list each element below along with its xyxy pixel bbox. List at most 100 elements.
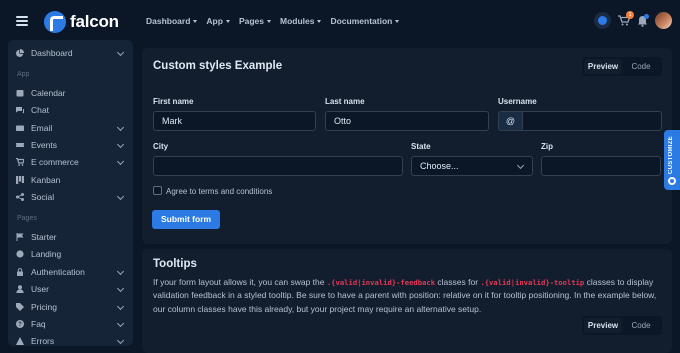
hamburger-menu-icon[interactable] xyxy=(16,16,28,26)
sidebar-section-app: App xyxy=(17,71,30,78)
kanban-icon xyxy=(16,176,24,184)
sidebar-item-events[interactable]: Events xyxy=(16,137,125,153)
tab-preview[interactable]: Preview xyxy=(584,59,622,74)
sidebar-item-landing[interactable]: Landing xyxy=(16,246,125,262)
sidebar-item-authentication[interactable]: Authentication xyxy=(16,264,125,280)
first-name-label: First name xyxy=(153,97,194,106)
username-field[interactable] xyxy=(522,111,662,131)
lock-icon xyxy=(16,268,24,276)
card-title: Tooltips xyxy=(153,258,197,270)
sidebar-item-chat[interactable]: Chat xyxy=(16,102,125,118)
chevron-down-icon xyxy=(116,48,125,57)
last-name-field[interactable]: Otto xyxy=(325,111,489,131)
state-select[interactable]: Choose... xyxy=(411,156,533,176)
chevron-down-icon xyxy=(116,192,125,201)
tab-code[interactable]: Code xyxy=(622,318,660,333)
sidebar-item-ecommerce[interactable]: E commerce xyxy=(16,154,125,170)
chevron-down-icon xyxy=(116,157,125,166)
sidebar-item-starter[interactable]: Starter xyxy=(16,229,125,245)
sidebar-item-label: Authentication xyxy=(31,267,85,277)
tooltips-card: Tooltips If your form layout allows it, … xyxy=(142,249,672,353)
sidebar-item-calendar[interactable]: Calendar xyxy=(16,85,125,101)
sidebar-item-social[interactable]: Social xyxy=(16,189,125,205)
brand-name[interactable]: falcon xyxy=(70,12,119,32)
sidebar: Dashboard App Calendar Chat Email Events… xyxy=(8,40,133,346)
question-icon: ? xyxy=(16,320,24,328)
sidebar-item-label: Faq xyxy=(31,319,46,329)
description-text: If your form layout allows it, you can s… xyxy=(153,277,327,287)
sidebar-item-label: Chat xyxy=(31,105,49,115)
ticket-icon xyxy=(16,141,24,149)
sidebar-item-label: Errors xyxy=(31,336,55,346)
sidebar-item-dashboard[interactable]: Dashboard xyxy=(16,45,125,61)
nav-dashboard[interactable]: Dashboard xyxy=(146,16,197,26)
nav-modules[interactable]: Modules xyxy=(280,16,321,26)
sidebar-item-pricing[interactable]: Pricing xyxy=(16,299,125,315)
preview-code-toggle: Preview Code xyxy=(582,57,662,76)
chevron-down-icon xyxy=(116,140,125,149)
state-select-value: Choose... xyxy=(420,161,459,171)
sidebar-item-label: Pricing xyxy=(31,302,57,312)
city-label: City xyxy=(153,142,169,151)
chevron-down-icon xyxy=(116,302,125,311)
submit-form-button[interactable]: Submit form xyxy=(152,210,221,229)
avatar[interactable] xyxy=(655,12,672,29)
tab-preview[interactable]: Preview xyxy=(584,318,622,333)
at-sign-addon: @ xyxy=(498,111,523,131)
top-navbar: falcon Dashboard App Pages Modules Docum… xyxy=(0,0,680,42)
tab-code[interactable]: Code xyxy=(622,59,660,74)
terms-checkbox[interactable] xyxy=(153,186,162,195)
chevron-down-icon xyxy=(516,161,525,170)
cart-icon[interactable]: 1 xyxy=(618,11,634,26)
sidebar-item-label: Social xyxy=(31,192,55,202)
sidebar-item-label: Dashboard xyxy=(31,48,73,58)
terms-label[interactable]: Agree to terms and conditions xyxy=(166,187,272,196)
customize-button[interactable]: CUSTOMIZE xyxy=(664,130,680,190)
sidebar-item-label: Kanban xyxy=(31,175,61,185)
tooltips-description: If your form layout allows it, you can s… xyxy=(153,276,663,316)
customize-label: CUSTOMIZE xyxy=(668,136,674,174)
sidebar-item-label: Starter xyxy=(31,232,57,242)
zip-field[interactable] xyxy=(541,156,661,176)
sidebar-item-errors[interactable]: Errors xyxy=(16,333,125,346)
tags-icon xyxy=(16,303,24,311)
cart-icon xyxy=(16,158,24,166)
sidebar-item-label: Email xyxy=(31,123,53,133)
pie-chart-icon xyxy=(16,49,24,57)
sidebar-item-email[interactable]: Email xyxy=(16,120,125,136)
chevron-down-icon xyxy=(116,319,125,328)
card-title: Custom styles Example xyxy=(153,60,283,72)
envelope-icon xyxy=(16,124,24,132)
notification-bell-icon[interactable] xyxy=(637,13,649,27)
sidebar-item-label: Events xyxy=(31,140,57,150)
sidebar-item-faq[interactable]: ? Faq xyxy=(16,316,125,332)
sidebar-item-label: Calendar xyxy=(31,88,66,98)
city-field[interactable] xyxy=(153,156,403,176)
theme-toggle-icon[interactable] xyxy=(594,12,611,29)
chevron-down-icon xyxy=(116,284,125,293)
first-name-field[interactable]: Mark xyxy=(153,111,316,131)
sidebar-item-label: E commerce xyxy=(31,157,79,167)
sidebar-item-user[interactable]: User xyxy=(16,281,125,297)
notification-dot xyxy=(644,13,649,19)
sidebar-item-kanban[interactable]: Kanban xyxy=(16,172,125,188)
state-label: State xyxy=(411,142,431,151)
nav-app[interactable]: App xyxy=(206,16,230,26)
navbar-actions: 1 xyxy=(594,11,672,29)
chevron-down-icon xyxy=(116,123,125,132)
custom-styles-card: Custom styles Example Preview Code First… xyxy=(142,48,672,244)
gear-icon xyxy=(668,177,676,185)
flag-icon xyxy=(16,233,24,241)
nav-documentation[interactable]: Documentation xyxy=(330,16,399,26)
calendar-icon xyxy=(16,89,24,97)
cart-count-badge: 1 xyxy=(626,11,634,19)
chevron-down-icon xyxy=(116,267,125,276)
preview-code-toggle: Preview Code xyxy=(582,316,662,335)
falcon-logo-icon[interactable] xyxy=(44,11,66,33)
main-nav: Dashboard App Pages Modules Documentatio… xyxy=(146,16,399,26)
svg-text:?: ? xyxy=(18,322,22,328)
last-name-label: Last name xyxy=(325,97,365,106)
inline-code: .{valid|invalid}-tooltip xyxy=(480,278,585,287)
nav-pages[interactable]: Pages xyxy=(239,16,271,26)
share-icon xyxy=(16,193,24,201)
